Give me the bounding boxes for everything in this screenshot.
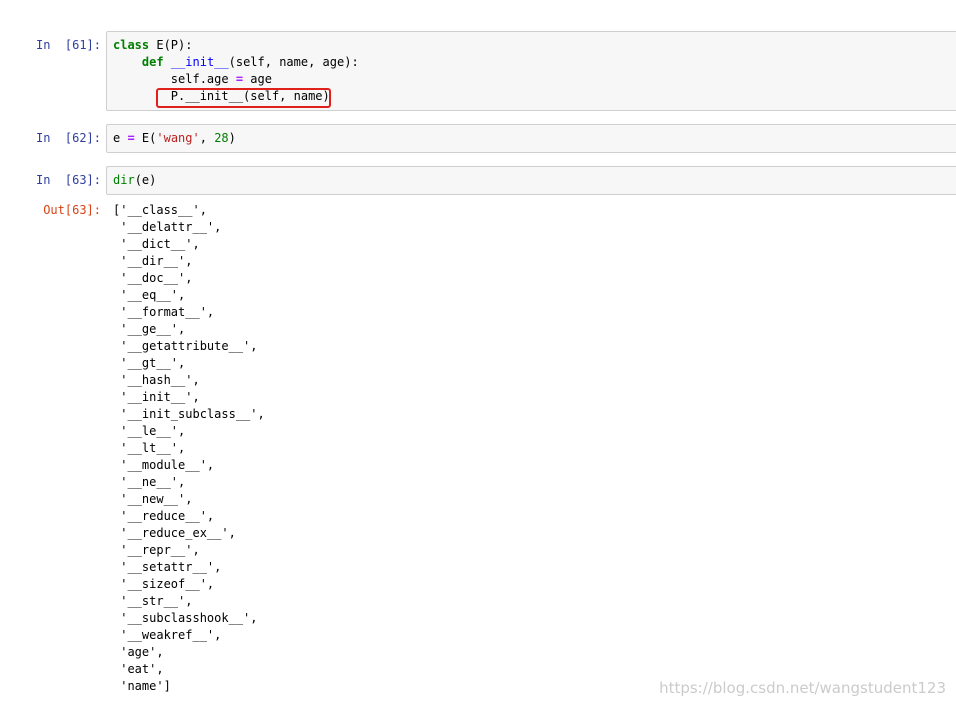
output-line: '__str__', [113, 594, 193, 608]
cell-62-prompt: In [62]: [35, 131, 101, 145]
code-token: (e) [134, 173, 157, 187]
cell-62-code: e = E('wang', 28) [113, 130, 236, 147]
output-line: '__reduce_ex__', [113, 526, 236, 540]
cell-62-input[interactable]: e = E('wang', 28) [106, 124, 956, 153]
code-token: def [141, 55, 164, 69]
code-token: self.age [113, 72, 236, 86]
output-line: '__subclasshook__', [113, 611, 258, 625]
output-line: 'eat', [113, 662, 164, 676]
output-63-area: ['__class__', '__delattr__', '__dict__',… [113, 202, 265, 695]
output-line: '__repr__', [113, 543, 200, 557]
output-line: ['__class__', [113, 203, 207, 217]
code-token: 28 [214, 131, 229, 145]
output-line: '__ge__', [113, 322, 186, 336]
output-line: '__init_subclass__', [113, 407, 265, 421]
code-line: dir(e) [113, 172, 156, 189]
code-token: (self, name, age): [228, 55, 359, 69]
code-token: age [243, 72, 272, 86]
output-line: '__dir__', [113, 254, 193, 268]
watermark: https://blog.csdn.net/wangstudent123 [659, 679, 946, 697]
code-token: = [235, 72, 244, 86]
code-line: e = E('wang', 28) [113, 130, 236, 147]
output-63-prompt: Out[63]: [43, 203, 101, 217]
code-token: E( [134, 131, 157, 145]
output-line: '__format__', [113, 305, 215, 319]
code-line: def __init__(self, name, age): [113, 54, 359, 71]
code-token: ) [228, 131, 236, 145]
output-line: '__getattribute__', [113, 339, 258, 353]
output-line: '__delattr__', [113, 220, 222, 234]
cell-61-prompt: In [61]: [35, 38, 101, 52]
output-line: '__dict__', [113, 237, 200, 251]
cell-63-prompt: In [63]: [35, 173, 101, 187]
code-token: __init__ [170, 55, 229, 69]
output-line: '__le__', [113, 424, 186, 438]
output-line: '__hash__', [113, 373, 200, 387]
output-line: '__doc__', [113, 271, 193, 285]
code-token: = [127, 131, 135, 145]
output-line: 'age', [113, 645, 164, 659]
output-line: 'name'] [113, 679, 171, 693]
cell-63-code: dir(e) [113, 172, 156, 189]
code-line: class E(P): [113, 37, 359, 54]
output-line: '__ne__', [113, 475, 186, 489]
code-token: E(P): [149, 38, 193, 52]
output-line: '__init__', [113, 390, 200, 404]
output-line: '__gt__', [113, 356, 186, 370]
output-line: '__reduce__', [113, 509, 215, 523]
output-line: '__sizeof__', [113, 577, 215, 591]
code-line: self.age = age [113, 71, 359, 88]
output-line: '__lt__', [113, 441, 186, 455]
code-token: 'wang' [156, 131, 200, 145]
code-token: , [199, 131, 215, 145]
output-line: '__setattr__', [113, 560, 222, 574]
output-line: '__eq__', [113, 288, 186, 302]
output-line: '__module__', [113, 458, 215, 472]
code-token: dir [113, 173, 135, 187]
cell-63-input[interactable]: dir(e) [106, 166, 956, 195]
code-token: e [113, 131, 128, 145]
code-token: class [113, 38, 150, 52]
output-line: '__weakref__', [113, 628, 222, 642]
highlight-box [156, 88, 331, 108]
output-line: '__new__', [113, 492, 193, 506]
